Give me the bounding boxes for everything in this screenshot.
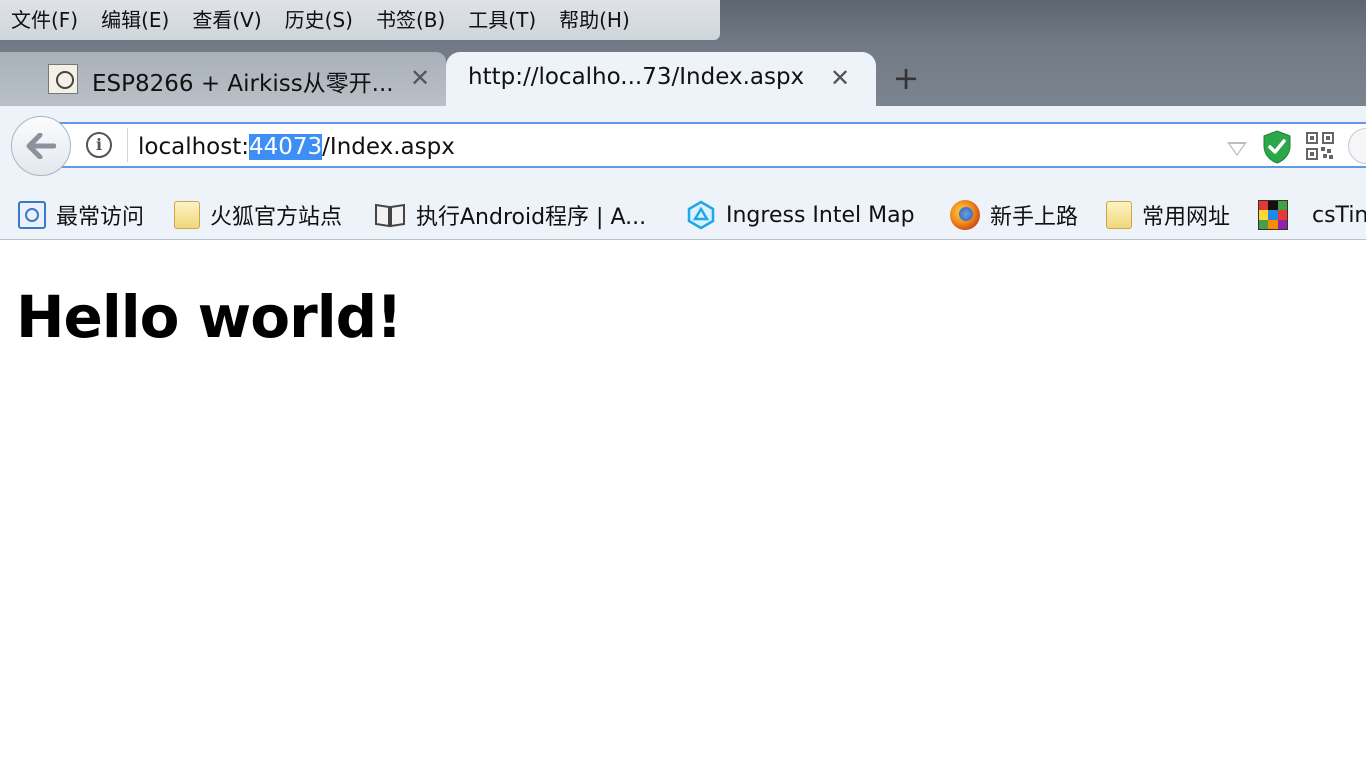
bookmark-run-android[interactable]: 执行Android程序 | A... <box>374 190 646 240</box>
shield-check-icon[interactable] <box>1262 130 1292 164</box>
url-input[interactable]: localhost:44073/Index.aspx <box>138 132 455 162</box>
bookmark-label: 新手上路 <box>990 205 1079 230</box>
new-tab-button[interactable]: + <box>890 60 922 96</box>
tab-close-icon[interactable]: ✕ <box>408 64 432 92</box>
menu-edit[interactable]: 编辑(E) <box>90 0 181 40</box>
url-suffix: /Index.aspx <box>322 134 455 160</box>
navigation-toolbar: i localhost:44073/Index.aspx <box>0 106 1366 190</box>
back-button[interactable] <box>11 116 71 176</box>
url-dropdown-icon[interactable] <box>1227 142 1247 156</box>
menu-history[interactable]: 历史(S) <box>274 0 365 40</box>
bookmark-label: Ingress Intel Map <box>726 202 915 228</box>
folder-icon <box>1106 201 1132 229</box>
url-separator <box>127 128 128 162</box>
tab-title: ESP8266 + Airkiss从零开... <box>92 71 394 97</box>
menu-view[interactable]: 查看(V) <box>181 0 273 40</box>
back-arrow-icon <box>26 133 56 159</box>
folder-icon <box>174 201 200 229</box>
tab-localhost-index[interactable]: http://localho...73/Index.aspx ✕ <box>446 52 876 106</box>
menu-tools[interactable]: 工具(T) <box>457 0 548 40</box>
url-prefix: localhost: <box>138 134 249 160</box>
menu-bookmarks[interactable]: 书签(B) <box>365 0 457 40</box>
tab-close-icon[interactable]: ✕ <box>828 64 852 92</box>
browser-titlebar: 文件(F) 编辑(E) 查看(V) 历史(S) 书签(B) 工具(T) 帮助(H… <box>0 0 1366 106</box>
bookmark-getting-started[interactable]: 新手上路 <box>950 190 1078 240</box>
site-info-icon[interactable]: i <box>86 132 112 158</box>
bookmark-label: 最常访问 <box>56 205 145 230</box>
menu-help[interactable]: 帮助(H) <box>548 0 642 40</box>
tab-title: http://localho...73/Index.aspx <box>468 64 805 90</box>
bookmark-common-sites[interactable]: 常用网址 <box>1106 190 1230 240</box>
menu-file[interactable]: 文件(F) <box>0 0 90 40</box>
tab-esp8266[interactable]: ESP8266 + Airkiss从零开... ✕ <box>0 52 446 106</box>
qr-code-icon[interactable] <box>1306 132 1334 160</box>
bookmark-most-visited[interactable]: 最常访问 <box>18 190 144 240</box>
cstiny-icon <box>1258 200 1288 230</box>
smart-bookmark-icon <box>18 201 46 229</box>
bookmark-cstiny[interactable]: csTin <box>1258 190 1366 240</box>
tab-favicon-icon <box>48 64 78 94</box>
ingress-icon <box>687 200 715 230</box>
bookmark-label: 火狐官方站点 <box>210 205 343 230</box>
url-selected-port: 44073 <box>249 134 323 160</box>
bookmark-firefox-official[interactable]: 火狐官方站点 <box>174 190 342 240</box>
book-icon <box>375 203 405 228</box>
firefox-icon <box>950 200 980 230</box>
menu-bar: 文件(F) 编辑(E) 查看(V) 历史(S) 书签(B) 工具(T) 帮助(H… <box>0 0 720 40</box>
page-heading: Hello world! <box>16 283 403 351</box>
bookmark-label: 执行Android程序 | A... <box>416 205 647 230</box>
bookmark-label: csTin <box>1312 202 1366 228</box>
bookmark-label: 常用网址 <box>1142 205 1231 230</box>
bookmark-ingress-intel[interactable]: Ingress Intel Map <box>686 190 915 240</box>
bookmarks-toolbar: 最常访问 火狐官方站点 执行Android程序 | A... Ingress I… <box>0 190 1366 240</box>
